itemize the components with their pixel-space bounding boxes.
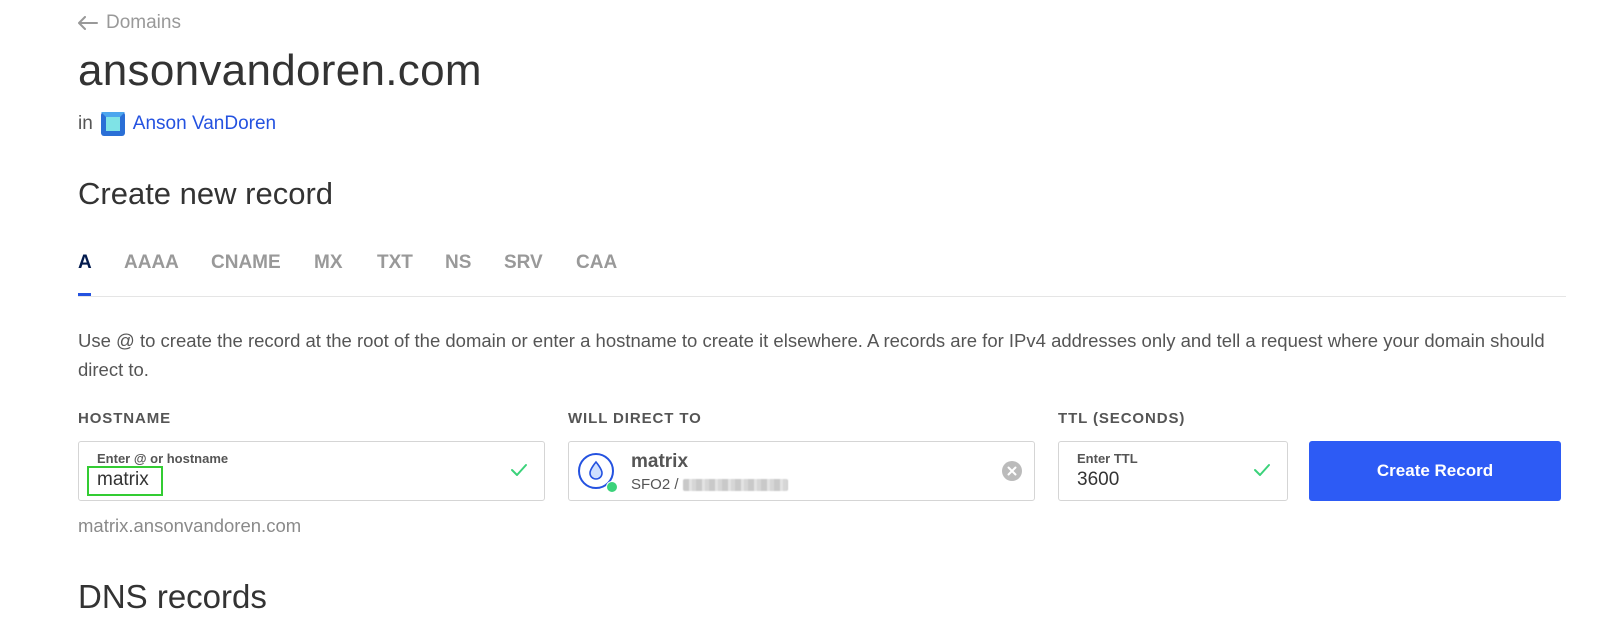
- in-label: in: [78, 113, 93, 134]
- tab-cname[interactable]: CNAME: [211, 252, 281, 274]
- droplet-status-dot: [606, 481, 618, 493]
- tab-srv[interactable]: SRV: [504, 252, 543, 274]
- droplet-region: SFO2 /: [631, 476, 679, 493]
- arrow-left-icon: [78, 16, 98, 30]
- tab-aaaa[interactable]: AAAA: [124, 252, 179, 274]
- dns-records-heading: DNS records: [78, 578, 267, 615]
- record-type-tabs: A AAAA CNAME MX TXT NS SRV CAA: [78, 248, 1566, 297]
- hostname-input[interactable]: matrix: [97, 469, 149, 491]
- droplet-region-ip: SFO2 /: [631, 476, 788, 493]
- hostname-label: HOSTNAME: [78, 410, 172, 427]
- redacted-ip: [682, 479, 788, 492]
- create-record-button[interactable]: Create Record: [1309, 441, 1561, 501]
- ttl-input[interactable]: 3600: [1077, 469, 1119, 491]
- hostname-field-caption: Enter @ or hostname: [97, 451, 229, 466]
- back-to-domains-link[interactable]: Domains: [78, 12, 181, 34]
- ttl-field-caption: Enter TTL: [1077, 451, 1138, 466]
- droplet-name: matrix: [631, 451, 689, 472]
- team-icon: [100, 112, 125, 136]
- tab-caa[interactable]: CAA: [576, 252, 617, 274]
- direct-to-label: WILL DIRECT TO: [568, 410, 702, 427]
- tab-txt[interactable]: TXT: [377, 252, 413, 274]
- tab-ns[interactable]: NS: [445, 252, 471, 274]
- tab-mx[interactable]: MX: [314, 252, 343, 274]
- page-title: ansonvandoren.com: [78, 46, 482, 95]
- record-description: Use @ to create the record at the root o…: [78, 330, 1545, 380]
- direct-to-field[interactable]: matrix SFO2 /: [568, 441, 1035, 501]
- active-tab-indicator: [78, 293, 91, 296]
- ttl-field[interactable]: Enter TTL 3600: [1058, 441, 1288, 501]
- tab-a[interactable]: A: [78, 252, 92, 274]
- back-link-label: Domains: [106, 12, 181, 33]
- checkmark-icon: [511, 464, 527, 476]
- checkmark-icon: [1254, 464, 1270, 476]
- ttl-label: TTL (SECONDS): [1058, 410, 1186, 427]
- hostname-field[interactable]: Enter @ or hostname matrix: [78, 441, 545, 501]
- team-line: in Anson VanDoren: [78, 112, 276, 136]
- team-link[interactable]: Anson VanDoren: [133, 113, 276, 135]
- clear-icon[interactable]: [1002, 461, 1022, 481]
- hostname-preview: matrix.ansonvandoren.com: [78, 515, 302, 536]
- create-record-heading: Create new record: [78, 176, 334, 211]
